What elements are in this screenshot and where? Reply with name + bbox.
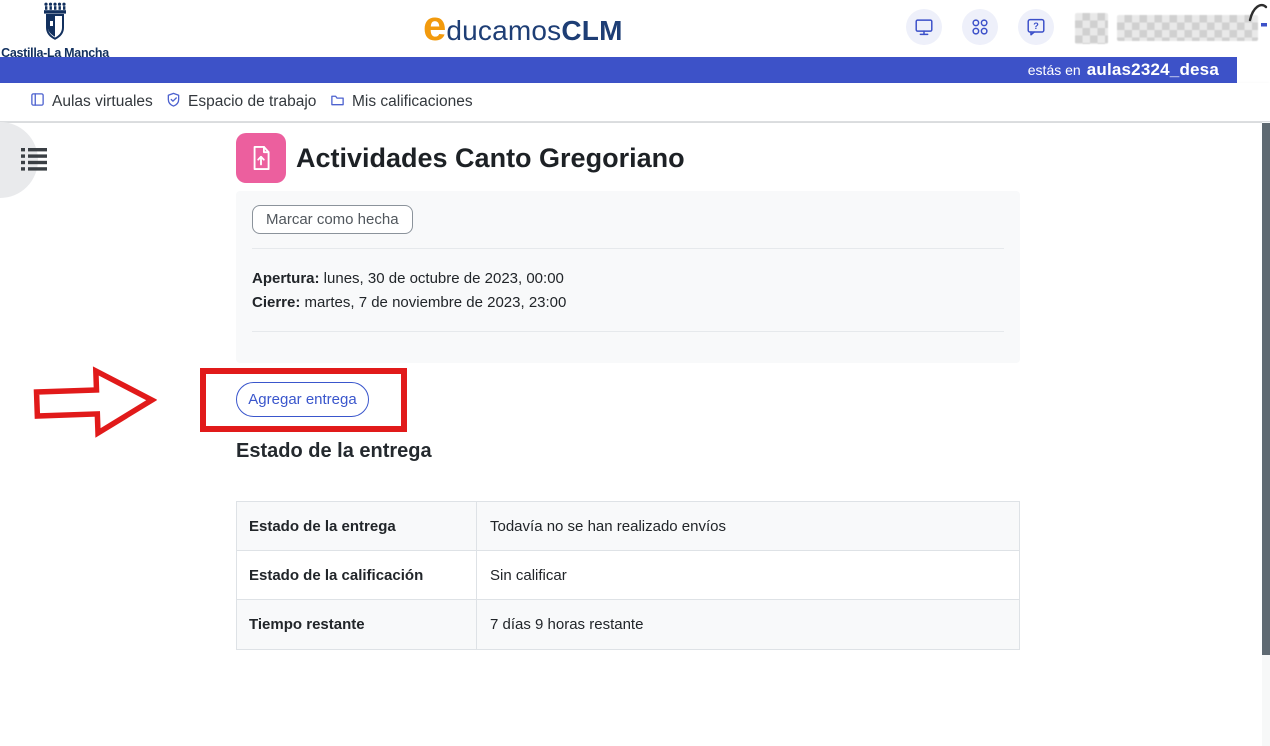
- svg-text:?: ?: [1033, 21, 1039, 31]
- castilla-la-mancha-crest-icon: [29, 2, 81, 45]
- shield-check-icon: [166, 92, 181, 112]
- row-label: Estado de la entrega: [237, 502, 477, 550]
- opening-date: Apertura: lunes, 30 de octubre de 2023, …: [252, 269, 564, 289]
- redacted-user-avatar[interactable]: [1075, 13, 1108, 44]
- opening-date-label: Apertura:: [252, 270, 320, 287]
- red-arrow-annotation: [32, 362, 159, 447]
- opening-date-value: lunes, 30 de octubre de 2023, 00:00: [320, 270, 564, 287]
- brand-name: ducamos: [446, 15, 561, 47]
- monitor-icon[interactable]: [906, 9, 942, 45]
- divider: [252, 248, 1004, 249]
- folder-icon: [330, 92, 345, 112]
- castilla-la-mancha-logo[interactable]: Castilla-La Mancha: [12, 2, 98, 60]
- nav-item-mis-calificaciones[interactable]: Mis calificaciones: [330, 83, 473, 121]
- navbar: Aulas virtuales Espacio de trabajo Mis c…: [0, 83, 1270, 122]
- table-row: Estado de la calificación Sin calificar: [237, 551, 1019, 600]
- row-value: Sin calificar: [477, 551, 1019, 599]
- submission-status-table: Estado de la entrega Todavía no se han r…: [236, 501, 1020, 650]
- assignment-icon: [236, 133, 286, 183]
- submission-status-heading: Estado de la entrega: [236, 440, 432, 463]
- nav-item-aulas-virtuales[interactable]: Aulas virtuales: [30, 83, 153, 121]
- brand-suffix: CLM: [561, 15, 622, 47]
- red-highlight-rectangle: [200, 368, 407, 432]
- nav-item-espacio-de-trabajo[interactable]: Espacio de trabajo: [166, 83, 316, 121]
- corner-annotation-mark: [1246, 1, 1268, 32]
- nav-item-label: Mis calificaciones: [352, 93, 473, 111]
- scrollbar-thumb[interactable]: [1262, 123, 1270, 655]
- context-bar: estás en aulas2324_desa: [0, 57, 1237, 83]
- table-row: Estado de la entrega Todavía no se han r…: [237, 502, 1019, 551]
- header: Castilla-La Mancha educamosCLM ?: [0, 0, 1270, 57]
- main-content: Actividades Canto Gregoriano Marcar como…: [0, 122, 1270, 746]
- context-course-name: aulas2324_desa: [1087, 60, 1219, 80]
- nav-item-label: Aulas virtuales: [52, 93, 153, 111]
- page: Castilla-La Mancha educamosCLM ?: [0, 0, 1270, 746]
- list-icon: [21, 147, 47, 171]
- context-prefix: estás en: [1028, 62, 1081, 78]
- closing-date: Cierre: martes, 7 de noviembre de 2023, …: [252, 293, 566, 313]
- journal-icon: [30, 92, 45, 112]
- row-value: 7 días 9 horas restante: [477, 600, 1019, 649]
- nav-item-label: Espacio de trabajo: [188, 93, 316, 111]
- vertical-scrollbar[interactable]: [1262, 122, 1270, 746]
- closing-date-value: martes, 7 de noviembre de 2023, 23:00: [300, 294, 566, 311]
- row-label: Tiempo restante: [237, 600, 477, 649]
- closing-date-label: Cierre:: [252, 294, 300, 311]
- help-chat-icon[interactable]: ?: [1018, 9, 1054, 45]
- educamosclm-logo: educamosCLM: [423, 6, 623, 52]
- row-label: Estado de la calificación: [237, 551, 477, 599]
- apps-grid-icon[interactable]: [962, 9, 998, 45]
- row-value: Todavía no se han realizado envíos: [477, 502, 1019, 550]
- brand-initial: e: [423, 6, 446, 46]
- divider: [252, 331, 1004, 332]
- table-row: Tiempo restante 7 días 9 horas restante: [237, 600, 1019, 649]
- course-index-toggle[interactable]: [0, 122, 38, 198]
- activity-title: Actividades Canto Gregoriano: [296, 133, 685, 183]
- redacted-user-name[interactable]: [1117, 15, 1258, 41]
- activity-info-panel: Marcar como hecha Apertura: lunes, 30 de…: [236, 191, 1020, 363]
- mark-as-done-button[interactable]: Marcar como hecha: [252, 205, 413, 234]
